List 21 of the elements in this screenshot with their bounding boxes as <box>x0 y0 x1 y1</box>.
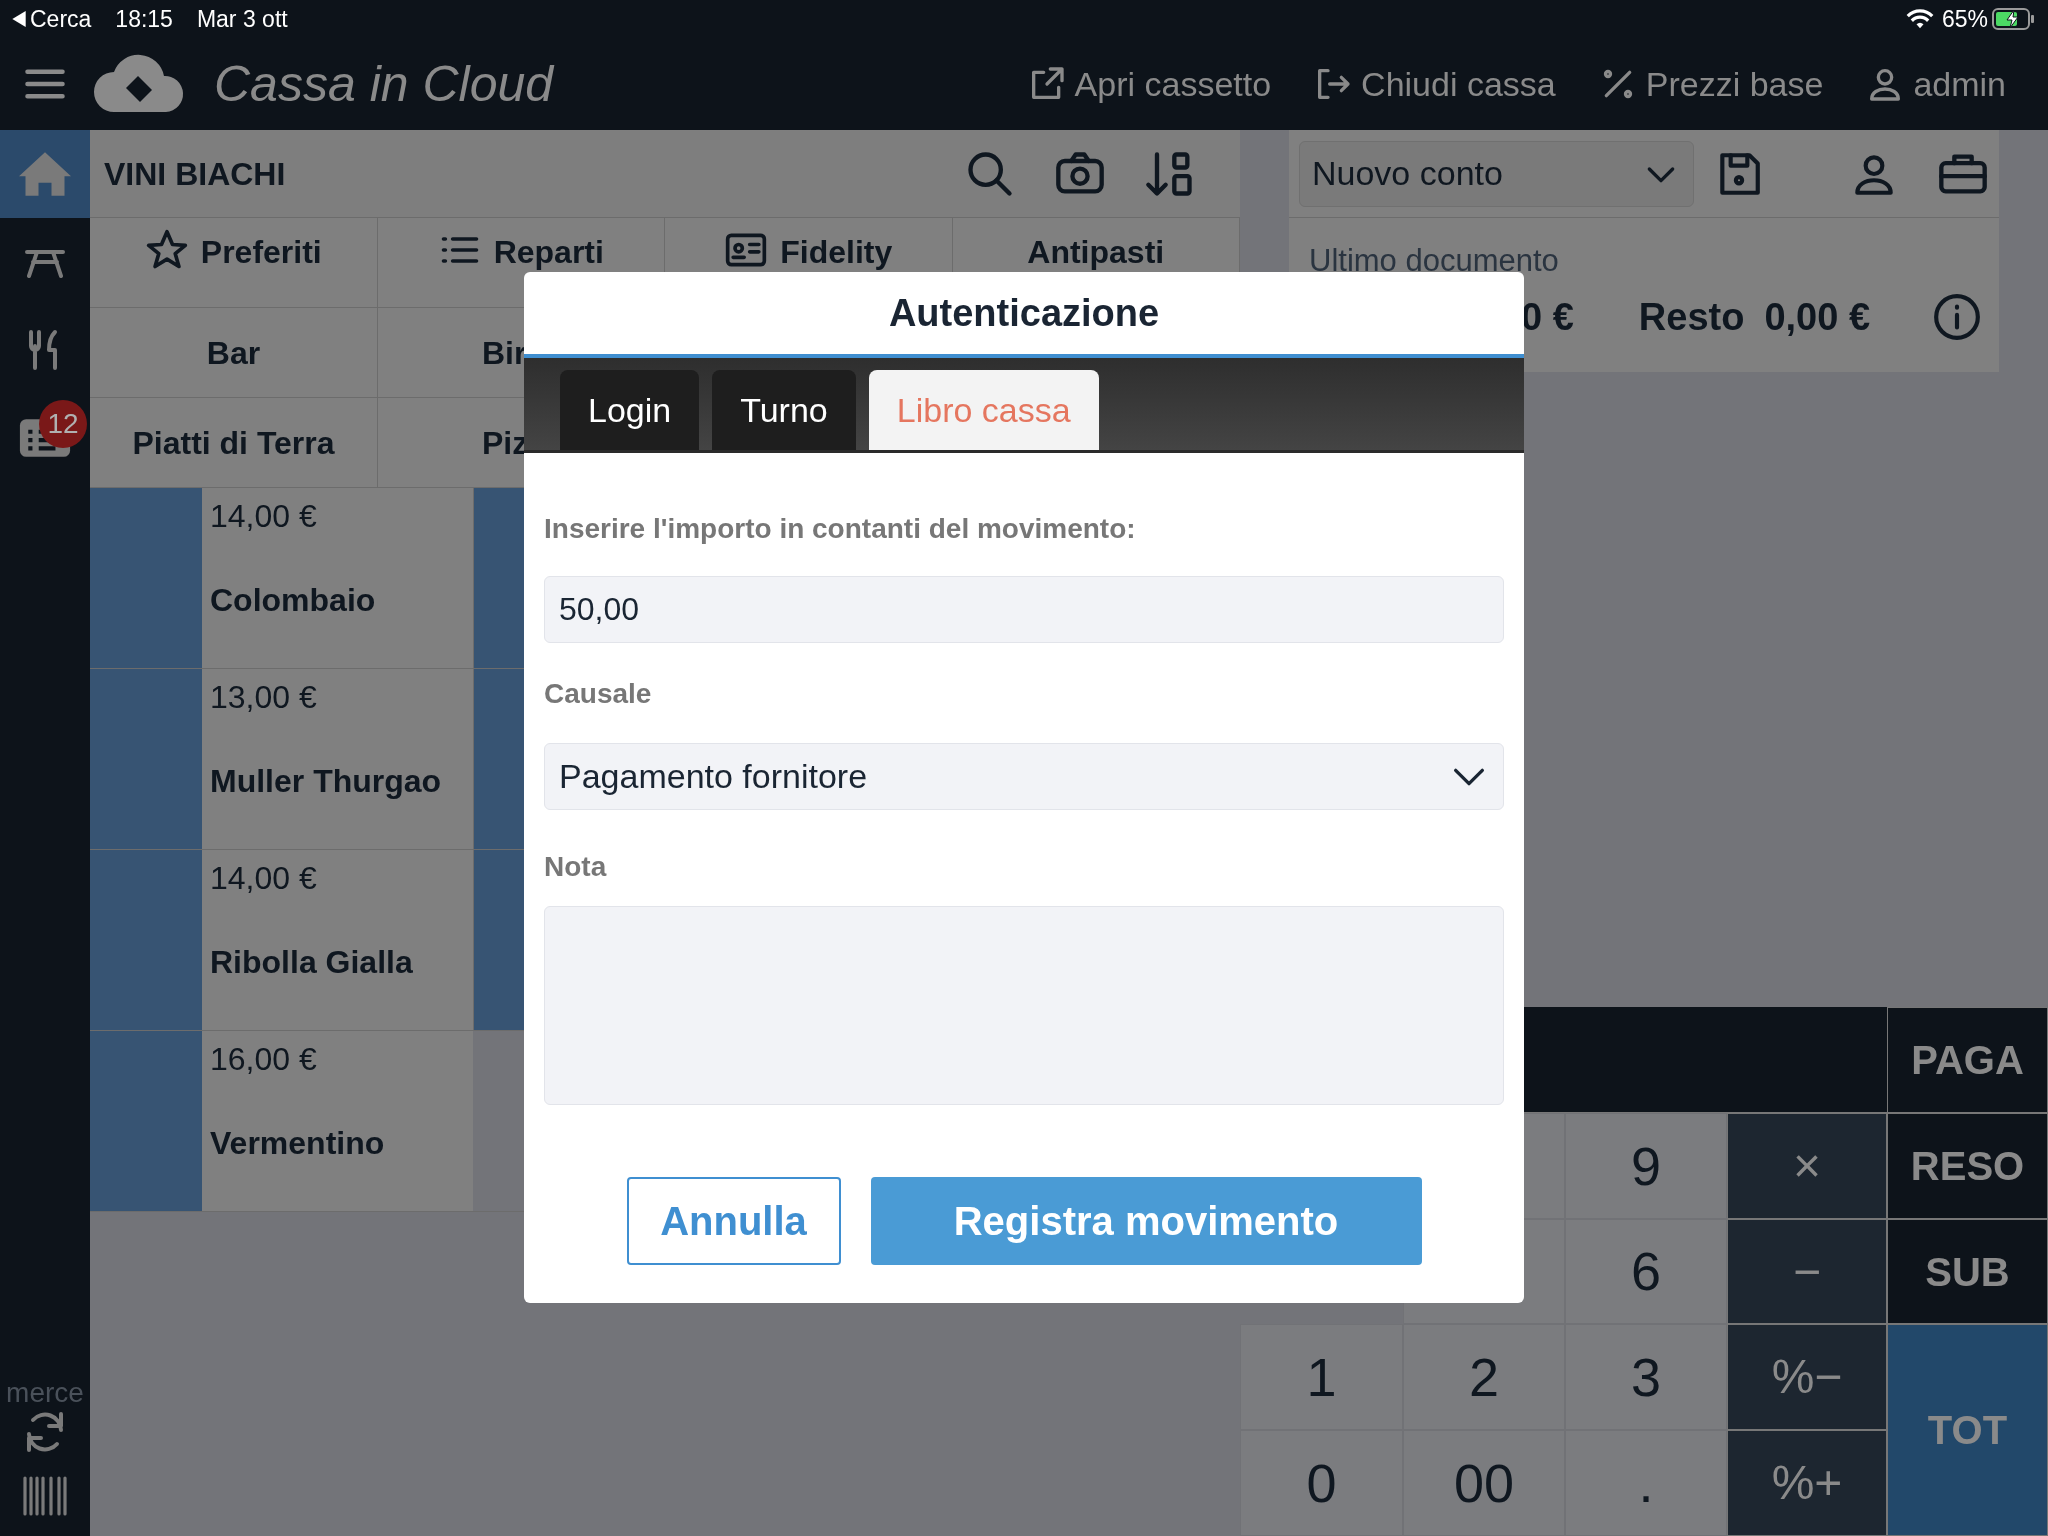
last-document-label: Ultimo documento <box>1309 242 1560 280</box>
change-label: Resto <box>1638 294 1745 340</box>
status-date: Mar 3 ott <box>196 4 288 34</box>
note-label: Nota <box>544 850 608 884</box>
category-title: VINI BIACHI <box>104 154 286 194</box>
battery-level: 65% <box>1941 4 1988 34</box>
change-amount: 0,00 € <box>1764 294 1871 340</box>
reason-label: Causale <box>544 677 653 711</box>
notification-badge: 12 <box>39 400 87 448</box>
status-time: 18:15 <box>115 4 173 34</box>
product-name: Muller Thurgao <box>210 762 443 801</box>
amount-label: Inserire l'importo in contanti del movimento: <box>544 512 1137 546</box>
product-name: Colombaio <box>210 581 377 620</box>
product-price: 14,00 € <box>210 497 318 536</box>
product-name: Vermentino <box>210 1124 386 1163</box>
product-name: Ribolla Gialla <box>210 943 414 982</box>
product-price: 16,00 € <box>210 1040 318 1079</box>
tooltip-label: merce <box>6 1378 84 1408</box>
app-logo-text: Cassa in Cloud <box>214 54 554 114</box>
product-price: 14,00 € <box>210 859 318 898</box>
product-price: 13,00 € <box>210 678 318 717</box>
